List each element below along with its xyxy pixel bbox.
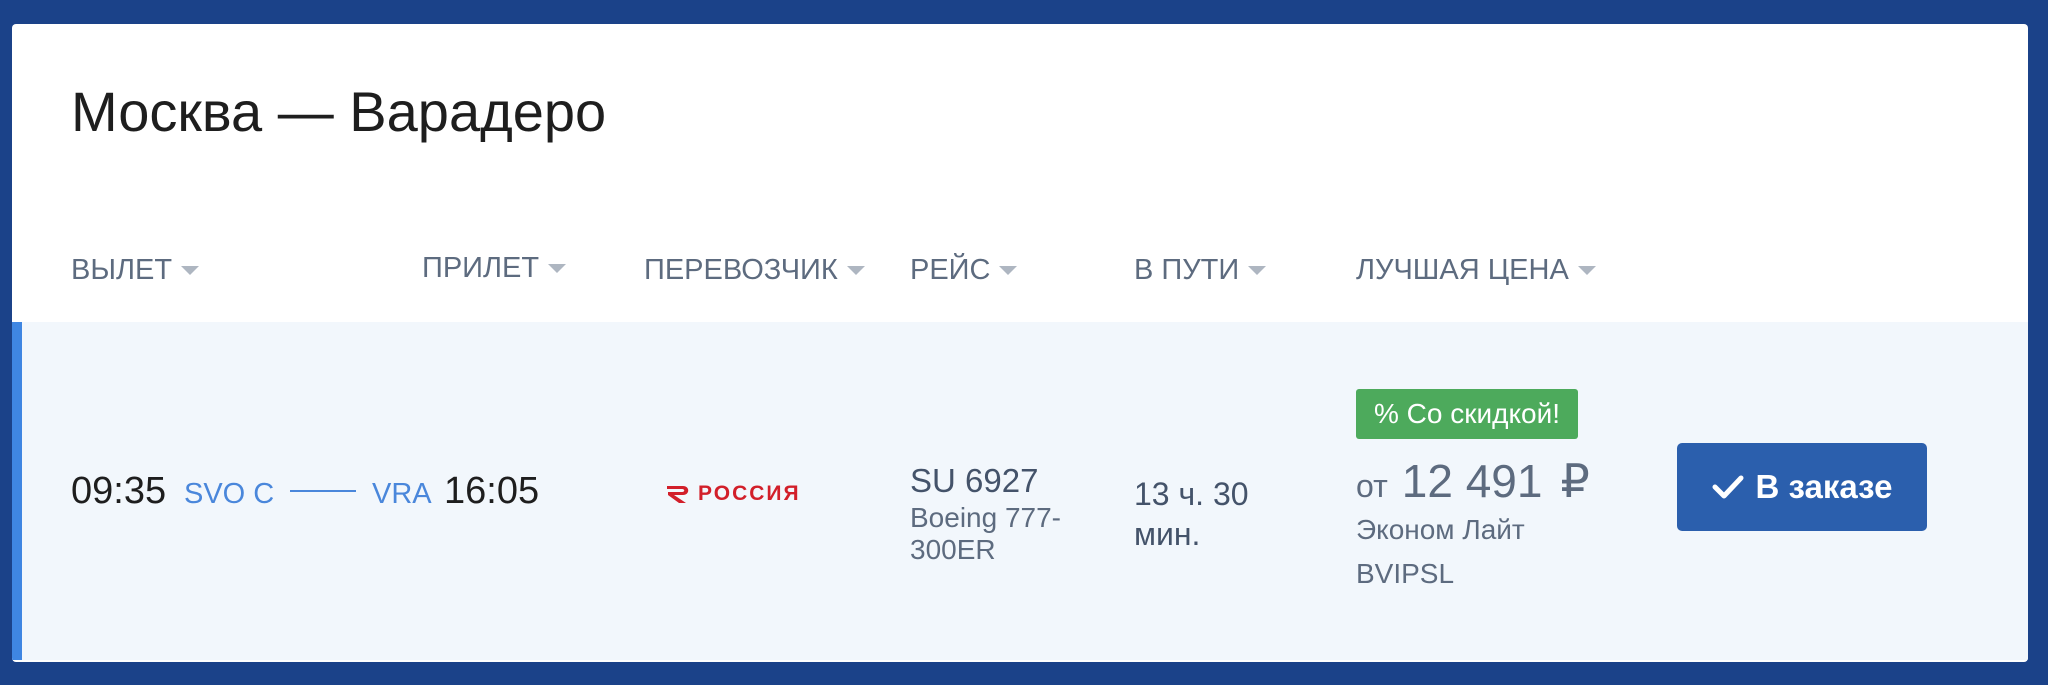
column-headers: ВЫЛЕТ ПРИЛЕТ ПЕРЕВОЗЧИК РЕЙС В ПУТИ ЛУЧШ…	[12, 252, 2028, 314]
caret-down-icon	[999, 266, 1018, 275]
aircraft-type: Boeing 777-300ER	[910, 502, 1062, 566]
caret-down-icon	[1248, 266, 1267, 275]
flight-row[interactable]: 09:35 SVO C VRA 16:05 РОССИЯ SU 6927 Boe…	[12, 322, 2028, 660]
arrival-airport: VRA	[372, 478, 432, 510]
row-selected-accent	[12, 322, 22, 660]
caret-down-icon	[846, 266, 865, 275]
column-header-label: РЕЙС	[910, 254, 991, 286]
arrival-time: 16:05	[444, 470, 540, 512]
fare-name: Эконом Лайт	[1356, 514, 1525, 545]
route-line	[290, 490, 356, 492]
departure-time: 09:35	[71, 470, 167, 512]
in-order-button-label: В заказе	[1755, 468, 1893, 505]
column-header-label: В ПУТИ	[1134, 254, 1240, 286]
carrier-logo-text: РОССИЯ	[698, 482, 801, 505]
column-header-arrival[interactable]: ПРИЛЕТ	[422, 252, 567, 285]
column-header-flight[interactable]: РЕЙС	[910, 254, 1018, 287]
caret-down-icon	[181, 266, 200, 275]
flight-number: SU 6927	[910, 462, 1039, 499]
column-header-carrier[interactable]: ПЕРЕВОЗЧИК	[644, 254, 865, 287]
price-currency: ₽	[1560, 455, 1590, 507]
rossiya-logo-icon	[667, 486, 689, 503]
checkmark-icon	[1712, 475, 1744, 499]
departure-airport: SVO C	[184, 478, 275, 510]
best-price: от 12 491 ₽	[1356, 454, 1590, 508]
discount-badge: % Со скидкой!	[1356, 389, 1579, 439]
caret-down-icon	[1577, 266, 1596, 275]
in-order-button[interactable]: В заказе	[1677, 443, 1927, 531]
carrier-logo: РОССИЯ	[664, 482, 801, 506]
route-title: Москва — Варадеро	[71, 80, 607, 143]
column-header-duration[interactable]: В ПУТИ	[1134, 254, 1267, 287]
flight-duration: 13 ч. 30 мин.	[1134, 476, 1249, 552]
column-header-label: ВЫЛЕТ	[71, 254, 173, 286]
fare-code: BVIPSL	[1356, 558, 1455, 589]
column-header-best-price[interactable]: ЛУЧШАЯ ЦЕНА	[1356, 254, 1596, 287]
price-value: 12 491	[1401, 455, 1543, 507]
column-header-label: ПРИЛЕТ	[422, 252, 540, 284]
column-header-departure[interactable]: ВЫЛЕТ	[71, 254, 200, 287]
flight-results-card: Москва — Варадеро ВЫЛЕТ ПРИЛЕТ ПЕРЕВОЗЧИ…	[12, 24, 2028, 662]
column-header-label: ЛУЧШАЯ ЦЕНА	[1356, 254, 1569, 286]
column-header-label: ПЕРЕВОЗЧИК	[644, 254, 838, 286]
caret-down-icon	[548, 264, 567, 273]
price-prefix: от	[1356, 468, 1388, 504]
